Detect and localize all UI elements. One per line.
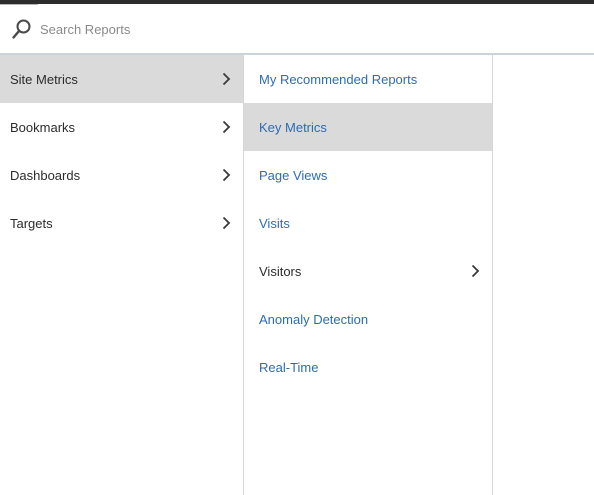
top-bar	[0, 0, 594, 4]
report-item-real-time[interactable]: Real-Time	[244, 343, 492, 391]
category-item-label: Site Metrics	[10, 71, 78, 87]
report-item-label: Anomaly Detection	[259, 311, 369, 327]
category-item-label: Targets	[10, 215, 53, 231]
category-item-label: Bookmarks	[10, 119, 76, 135]
category-item-label: Dashboards	[10, 167, 81, 183]
chevron-right-icon	[221, 168, 231, 182]
chevron-right-icon	[221, 216, 231, 230]
chevron-right-icon	[470, 264, 480, 278]
category-item-site-metrics[interactable]: Site Metrics	[0, 55, 243, 103]
chevron-right-icon	[221, 120, 231, 134]
report-item-label: Page Views	[259, 167, 328, 183]
search-bar	[0, 5, 594, 55]
report-browser: Site Metrics Bookmarks Dashboards Targets M…	[0, 0, 594, 495]
report-item-visits[interactable]: Visits	[244, 199, 492, 247]
category-item-bookmarks[interactable]: Bookmarks	[0, 103, 243, 151]
search-icon	[10, 17, 34, 41]
search-input[interactable]	[40, 14, 560, 44]
report-item-label: My Recommended Reports	[259, 71, 418, 87]
report-item-visitors[interactable]: Visitors	[244, 247, 492, 295]
report-item-key-metrics[interactable]: Key Metrics	[244, 103, 492, 151]
report-item-label: Visits	[259, 215, 290, 231]
category-item-dashboards[interactable]: Dashboards	[0, 151, 243, 199]
report-item-label: Real-Time	[259, 359, 319, 375]
report-menu: My Recommended Reports Key Metrics Page Vi…	[244, 55, 493, 495]
report-item-label: Key Metrics	[259, 119, 327, 135]
category-item-targets[interactable]: Targets	[0, 199, 243, 247]
report-item-my-recommended-reports[interactable]: My Recommended Reports	[244, 55, 492, 103]
report-item-label: Visitors	[259, 263, 302, 279]
report-item-anomaly-detection[interactable]: Anomaly Detection	[244, 295, 492, 343]
chevron-right-icon	[221, 72, 231, 86]
report-item-page-views[interactable]: Page Views	[244, 151, 492, 199]
category-menu: Site Metrics Bookmarks Dashboards Targets	[0, 55, 244, 495]
